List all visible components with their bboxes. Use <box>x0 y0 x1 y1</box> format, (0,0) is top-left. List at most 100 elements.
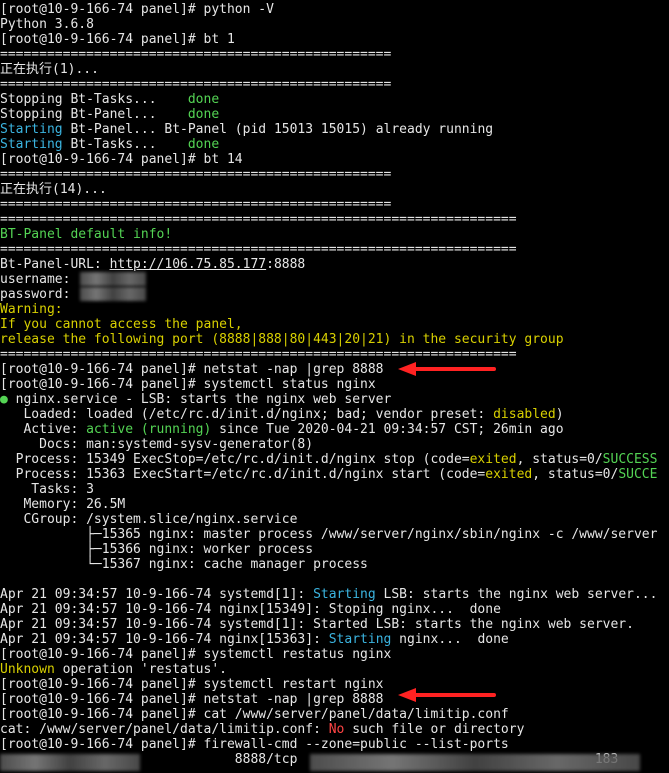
panel-url-link[interactable]: http://106.75.85.177 <box>110 257 267 272</box>
terminal-text-segment: Apr 21 09:34:57 10-9-166-74 nginx[15363]… <box>0 632 329 647</box>
terminal-line: Docs: man:systemd-sysv-generator(8) <box>0 437 313 452</box>
terminal-text-segment: nginx... done <box>391 632 509 647</box>
password-redaction <box>80 287 146 301</box>
terminal-text-segment: Docs: man:systemd-sysv-generator(8) <box>0 437 314 452</box>
terminal-text-segment: ├─15365 nginx: master process /www/serve… <box>0 527 658 542</box>
terminal-line: [root@10-9-166-74 panel]# python -V <box>0 2 274 17</box>
terminal-window[interactable]: [root@10-9-166-74 panel]# python -V Pytho… <box>0 0 669 773</box>
terminal-line: [root@10-9-166-74 panel]# systemctl stat… <box>0 377 376 392</box>
terminal-line: ├─15366 nginx: worker process <box>0 542 313 557</box>
terminal-text-segment: Loaded: loaded (/etc/rc.d/init.d/nginx; … <box>0 407 494 422</box>
terminal-text-segment: Starting <box>0 137 63 152</box>
terminal-text-segment: Memory: 26.5M <box>0 497 126 512</box>
terminal-text-segment: operation 'restatus'. <box>54 662 227 677</box>
terminal-text-segment: disabled <box>493 407 556 422</box>
terminal-line: ========================================… <box>0 77 391 92</box>
terminal-text-segment: [root@10-9-166-74 panel]# python -V <box>0 2 274 17</box>
terminal-text-segment: Tasks: 3 <box>0 482 94 497</box>
terminal-line: ========================================… <box>0 197 391 212</box>
terminal-text-segment: , status=0/ <box>516 452 603 467</box>
terminal-text-segment: SUCCESS <box>602 452 658 467</box>
terminal-line: Process: 15363 ExecStart=/etc/rc.d/init.… <box>0 467 658 482</box>
terminal-text-segment: 正在执行(14)... <box>0 182 107 197</box>
terminal-text-segment: active (running) <box>86 422 212 437</box>
terminal-text-segment: Starting <box>328 632 392 647</box>
terminal-text-segment: Starting <box>0 122 63 137</box>
terminal-line: ● nginx.service - LSB: starts the nginx … <box>0 392 391 407</box>
terminal-text-segment: ========================================… <box>0 77 392 92</box>
terminal-line: └─15367 nginx: cache manager process <box>0 557 368 572</box>
terminal-line: Apr 21 09:34:57 10-9-166-74 nginx[15363]… <box>0 632 509 647</box>
terminal-text-segment: LSB: starts the nginx web server... <box>375 587 658 602</box>
terminal-line: Stopping Bt-Tasks... done <box>0 92 219 107</box>
terminal-line: [root@10-9-166-74 panel]# netstat -nap |… <box>0 692 384 707</box>
terminal-text-segment: [root@10-9-166-74 panel]# systemctl rest… <box>0 647 392 662</box>
terminal-line: ========================================… <box>0 167 391 182</box>
terminal-line: ========================================… <box>0 47 391 62</box>
terminal-line: Python 3.6.8 <box>0 17 94 32</box>
terminal-text-segment: done <box>187 107 220 122</box>
terminal-line: [root@10-9-166-74 panel]# systemctl rest… <box>0 677 384 692</box>
terminal-text-segment: cat: /www/server/panel/data/limitip.conf… <box>0 722 329 737</box>
terminal-text-segment: ├─15366 nginx: worker process <box>0 542 314 557</box>
terminal-line: 正在执行(14)... <box>0 182 107 197</box>
terminal-text-segment: Process: 15363 ExecStart=/etc/rc.d/init.… <box>0 467 486 482</box>
terminal-text-segment: ========================================… <box>0 167 392 182</box>
terminal-line: 正在执行(1)... <box>0 62 99 77</box>
terminal-text-segment: Warning: <box>0 302 63 317</box>
terminal-line: Process: 15349 ExecStop=/etc/rc.d/init.d… <box>0 452 658 467</box>
terminal-text-segment: └─15367 nginx: cache manager process <box>0 557 368 572</box>
terminal-text-segment: If you cannot access the panel, <box>0 317 243 332</box>
terminal-line: Stopping Bt-Panel... done <box>0 107 219 122</box>
terminal-line: release the following port (8888|888|80|… <box>0 332 564 347</box>
terminal-text-segment: Python 3.6.8 <box>0 17 94 32</box>
terminal-line: [root@10-9-166-74 panel]# firewall-cmd -… <box>0 737 509 752</box>
terminal-text-segment: [root@10-9-166-74 panel]# netstat -nap |… <box>0 692 384 707</box>
terminal-text-segment: ● <box>0 392 8 407</box>
terminal-text-segment: SUCCE <box>618 467 658 482</box>
terminal-text-segment: since Tue 2020-04-21 09:34:57 CST; 26min… <box>211 422 564 437</box>
terminal-text-segment: [root@10-9-166-74 panel]# cat /www/serve… <box>0 707 509 722</box>
terminal-text-segment: Apr 21 09:34:57 10-9-166-74 systemd[1]: … <box>0 617 634 632</box>
terminal-text-segment: [root@10-9-166-74 panel]# firewall-cmd -… <box>0 737 509 752</box>
terminal-text-segment: ========================================… <box>0 242 517 257</box>
terminal-text-segment: Apr 21 09:34:57 10-9-166-74 nginx[15349]… <box>0 602 501 617</box>
terminal-text-segment: password: <box>0 287 79 302</box>
terminal-text-segment: :8888 <box>266 257 306 272</box>
terminal-text-segment: ) <box>555 407 564 422</box>
terminal-text-segment: [root@10-9-166-74 panel]# bt 14 <box>0 152 243 167</box>
terminal-text-segment: Bt-Panel-URL: <box>0 257 110 272</box>
terminal-text-segment: Process: 15349 ExecStop=/etc/rc.d/init.d… <box>0 452 470 467</box>
terminal-text-segment: such file or directory <box>344 722 525 737</box>
terminal-text-segment: done <box>187 92 220 107</box>
terminal-line: Starting Bt-Panel... Bt-Panel (pid 15013… <box>0 122 493 137</box>
terminal-line: CGroup: /system.slice/nginx.service <box>0 512 297 527</box>
terminal-line: If you cannot access the panel, <box>0 317 243 332</box>
terminal-line: Apr 21 09:34:57 10-9-166-74 systemd[1]: … <box>0 587 657 602</box>
terminal-text-segment: nginx.service - LSB: starts the nginx we… <box>7 392 392 407</box>
terminal-text-segment: Stopping Bt-Tasks... <box>0 92 188 107</box>
terminal-line: Apr 21 09:34:57 10-9-166-74 nginx[15349]… <box>0 602 501 617</box>
terminal-text-segment: [root@10-9-166-74 panel]# bt 1 <box>0 32 235 47</box>
terminal-text-segment: BT-Panel default info! <box>0 227 173 242</box>
terminal-text-segment: Apr 21 09:34:57 10-9-166-74 systemd[1]: <box>0 587 314 602</box>
terminal-line: [root@10-9-166-74 panel]# cat /www/serve… <box>0 707 509 722</box>
terminal-text-segment: [root@10-9-166-74 panel]# systemctl stat… <box>0 377 376 392</box>
terminal-line: [root@10-9-166-74 panel]# bt 14 <box>0 152 243 167</box>
terminal-text-segment: ========================================… <box>0 347 517 362</box>
terminal-text-segment: CGroup: /system.slice/nginx.service <box>0 512 298 527</box>
terminal-text-segment: No <box>328 722 345 737</box>
terminal-line: [root@10-9-166-74 panel]# netstat -nap |… <box>0 362 384 377</box>
terminal-text-segment: ========================================… <box>0 197 392 212</box>
terminal-text-segment: [root@10-9-166-74 panel]# netstat -nap |… <box>0 362 384 377</box>
terminal-line: Apr 21 09:34:57 10-9-166-74 systemd[1]: … <box>0 617 634 632</box>
footer-redaction-mid <box>310 754 640 771</box>
terminal-text-segment: Starting <box>313 587 376 602</box>
terminal-text-segment: Active: <box>0 422 87 437</box>
terminal-text-segment: Stopping Bt-Panel... <box>0 107 188 122</box>
terminal-text-segment: exited <box>485 467 533 482</box>
terminal-line: ========================================… <box>0 242 517 257</box>
annotation-arrow-1 <box>398 362 496 376</box>
footer-redaction-left <box>0 754 140 771</box>
terminal-text-segment: ========================================… <box>0 212 517 227</box>
